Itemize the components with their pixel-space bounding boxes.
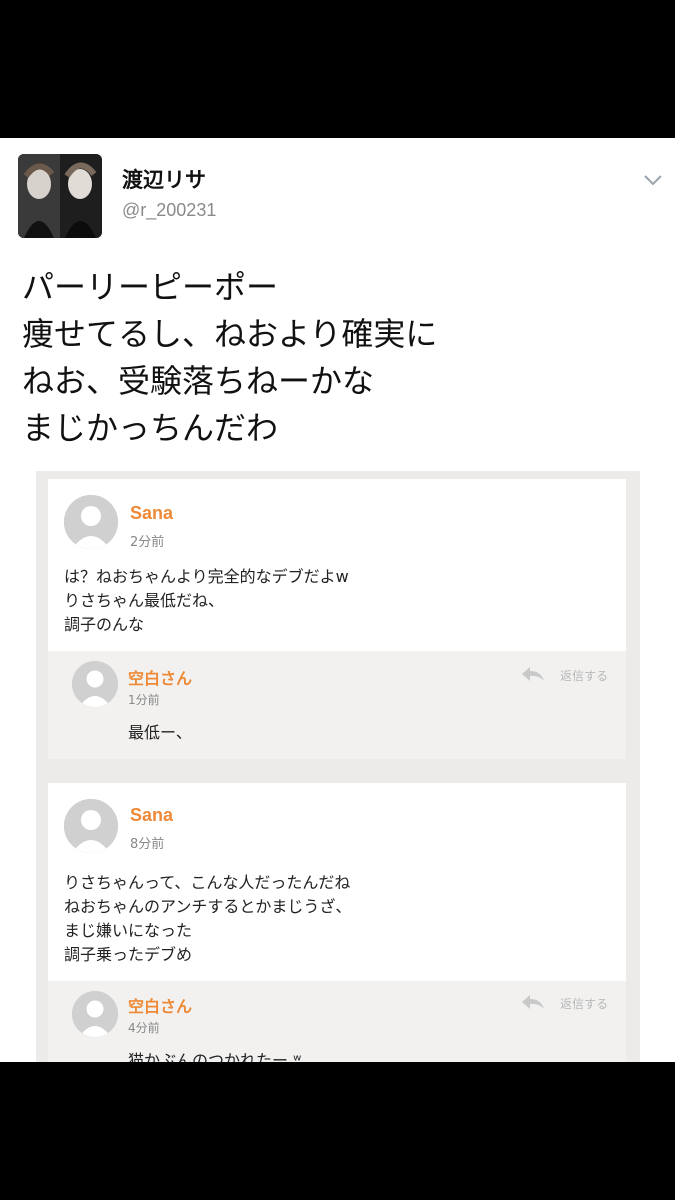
comment-line: まじ嫌いになった: [64, 921, 193, 940]
tweet-screen: 渡辺リサ @r_200231 パーリーピーポー 痩せてるし、ねおより確実に ねお…: [0, 138, 675, 1062]
reply-button[interactable]: 返信する: [560, 995, 608, 1012]
tweet-line: まじかっちんだわ: [22, 409, 279, 447]
reply-item: 空白さん 4分前 猫かぶんのつかれたー ʷ 返信する: [48, 981, 626, 1062]
attached-comment-screenshot[interactable]: Sana 2分前 は？ねおちゃんより完全的なデブだよw りさちゃん最低だね、 調…: [36, 471, 640, 1062]
tweet-text: パーリーピーポー 痩せてるし、ねおより確実に ねお、受験落ちねーかな まじかっち…: [22, 264, 437, 452]
reply-time: 1分前: [128, 693, 160, 707]
display-name[interactable]: 渡辺リサ: [122, 164, 206, 194]
default-avatar-icon: [72, 661, 118, 707]
comment-line: りさちゃん最低だね、: [64, 591, 225, 610]
tweet-line: 痩せてるし、ねおより確実に: [22, 315, 438, 353]
comment-author[interactable]: Sana: [130, 503, 173, 524]
comment-line: は？ねおちゃんより完全的なデブだよw: [64, 567, 349, 586]
comment-card: Sana 2分前 は？ねおちゃんより完全的なデブだよw りさちゃん最低だね、 調…: [48, 479, 626, 759]
comment-body: りさちゃんって、こんな人だったんだね ねおちゃんのアンチするとかまじうざ、 まじ…: [64, 871, 351, 967]
comment-body: は？ねおちゃんより完全的なデブだよw りさちゃん最低だね、 調子のんな: [64, 565, 349, 637]
comment-author[interactable]: Sana: [130, 805, 173, 826]
reply-body: 猫かぶんのつかれたー ʷ: [128, 1051, 302, 1062]
chevron-down-icon[interactable]: [642, 172, 664, 188]
reply-button[interactable]: 返信する: [560, 667, 608, 684]
comment-line: ねおちゃんのアンチするとかまじうざ、: [64, 897, 352, 916]
reply-arrow-icon[interactable]: [520, 993, 546, 1011]
reply-item: 空白さん 1分前 最低ー、 返信する: [48, 651, 626, 759]
default-avatar-icon: [72, 991, 118, 1037]
profile-avatar[interactable]: [18, 154, 102, 238]
default-avatar-icon: [64, 495, 118, 549]
comment-time: 8分前: [130, 837, 165, 852]
comment-line: 調子乗ったデブめ: [64, 945, 193, 964]
user-handle[interactable]: @r_200231: [122, 200, 216, 221]
tweet-line: パーリーピーポー: [22, 268, 279, 306]
comment-time: 2分前: [130, 535, 165, 550]
letterbox-top: [0, 0, 675, 138]
comment-line: りさちゃんって、こんな人だったんだね: [64, 873, 351, 892]
reply-time: 4分前: [128, 1021, 160, 1035]
reply-arrow-icon[interactable]: [520, 665, 546, 683]
default-avatar-icon: [64, 799, 118, 853]
comment-line: 調子のんな: [64, 615, 145, 634]
tweet-line: ねお、受験落ちねーかな: [22, 362, 375, 400]
comment-card: Sana 8分前 りさちゃんって、こんな人だったんだね ねおちゃんのアンチすると…: [48, 783, 626, 1062]
letterbox-bottom: [0, 1062, 675, 1200]
reply-body: 最低ー、: [128, 723, 192, 742]
reply-author[interactable]: 空白さん: [128, 993, 192, 1017]
reply-author[interactable]: 空白さん: [128, 665, 192, 689]
